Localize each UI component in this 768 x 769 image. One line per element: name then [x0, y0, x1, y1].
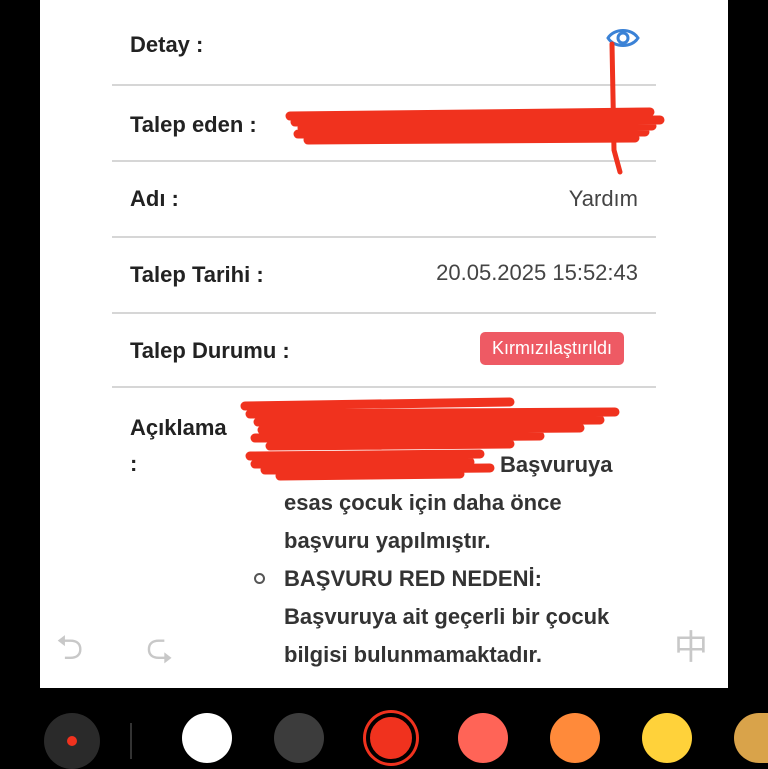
pen-size-dot — [67, 736, 77, 746]
talep-tarihi-value: 20.05.2025 15:52:43 — [436, 260, 638, 285]
toolbar-divider — [130, 723, 132, 759]
list-bullet — [254, 573, 265, 584]
eye-icon[interactable] — [606, 26, 640, 50]
aciklama-line1: Başvuruya — [500, 452, 613, 477]
aciklama-bullet-line2: Başvuruya ait geçerli bir çocuk — [284, 604, 610, 629]
undo-icon[interactable]: ⮌ — [56, 624, 83, 681]
talep-durumu-label: Talep Durumu : — [130, 338, 290, 363]
aciklama-bullet-line3: bilgisi bulunmamaktadır. — [284, 642, 542, 667]
request-detail-page: Detay : Talep eden : Adı : Yardım Talep … — [40, 0, 728, 688]
color-swatch-coral[interactable] — [458, 713, 508, 763]
color-swatch-white[interactable] — [182, 713, 232, 763]
adi-value: Yardım — [568, 186, 638, 211]
color-swatch-dark-gray[interactable] — [274, 713, 324, 763]
color-swatch-orange[interactable] — [550, 713, 600, 763]
status-badge: Kırmızılaştırıldı — [479, 332, 624, 365]
talep-eden-label: Talep eden : — [130, 112, 257, 137]
aciklama-bullet-line1: BAŞVURU RED NEDENİ: — [284, 566, 542, 591]
row-talep-eden: Talep eden : — [112, 86, 656, 162]
talep-tarihi-label: Talep Tarihi : — [130, 262, 264, 287]
row-talep-durumu: Talep Durumu : Kırmızılaştırıldı — [112, 314, 656, 388]
color-swatch-red-selected[interactable] — [366, 713, 416, 763]
pen-size-button[interactable] — [44, 713, 100, 769]
aciklama-line2: esas çocuk için daha önce — [284, 490, 562, 515]
aciklama-label: Açıklama : — [130, 415, 227, 476]
adi-label: Adı : — [130, 186, 179, 211]
redo-icon[interactable]: ⮎ — [146, 624, 173, 681]
row-adi: Adı : Yardım — [112, 162, 656, 238]
row-talep-tarihi: Talep Tarihi : 20.05.2025 15:52:43 — [112, 238, 656, 314]
aciklama-line3: başvuru yapılmıştır. — [284, 528, 491, 553]
color-swatch-yellow[interactable] — [642, 713, 692, 763]
detay-label: Detay : — [130, 32, 204, 57]
row-detay: Detay : — [112, 0, 656, 86]
chinese-character-icon[interactable]: 中 — [674, 620, 708, 669]
